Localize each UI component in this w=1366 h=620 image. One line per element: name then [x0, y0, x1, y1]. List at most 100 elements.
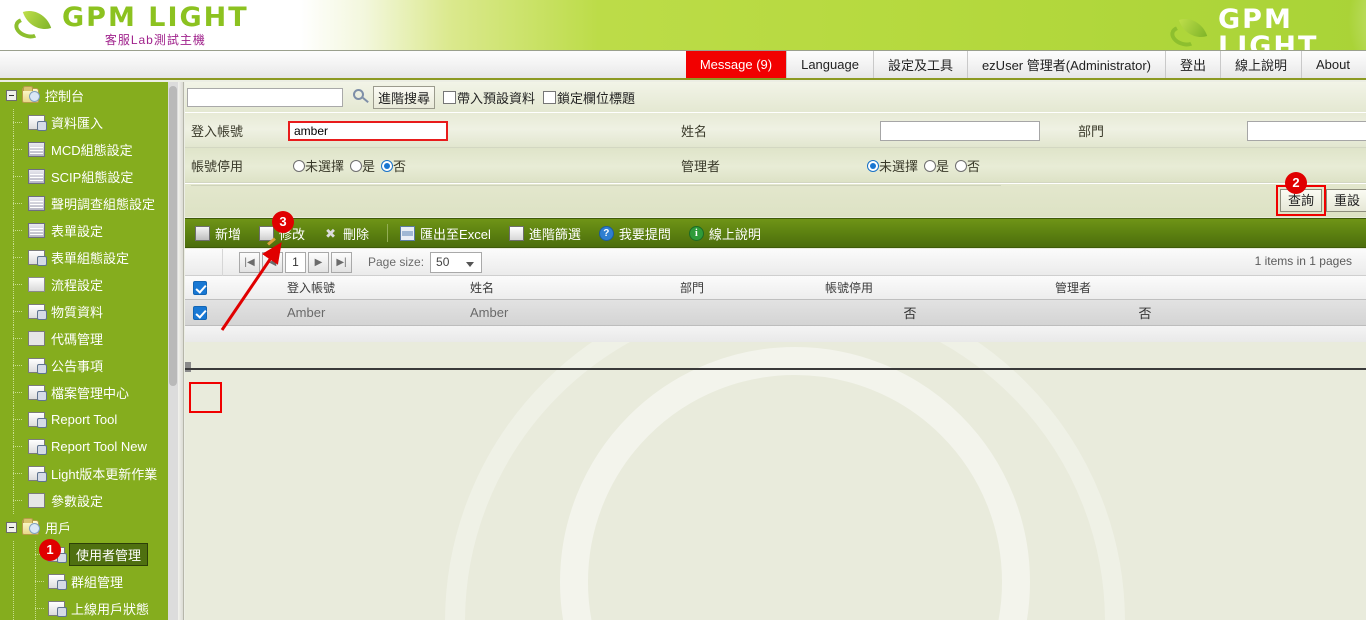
nav-item-message[interactable]: Message (9) [685, 51, 787, 78]
sidebar-item-11[interactable]: 公告事項 [0, 352, 178, 379]
main-content-area: 進階搜尋 帶入預設資料 鎖定欄位標題 登入帳號 姓名 部門 [185, 82, 1366, 620]
select-all-checkbox[interactable] [193, 280, 207, 295]
grid-icon [28, 196, 45, 211]
sidebar-divider [178, 82, 184, 620]
collapse-expander-icon[interactable] [6, 522, 17, 533]
nav-item-about[interactable]: About [1301, 51, 1366, 78]
column-header-disabled[interactable]: 帳號停用 [825, 279, 1055, 296]
select-all-checkbox-cell[interactable] [185, 280, 215, 295]
table-row[interactable]: Amber Amber 否 否 [185, 300, 1366, 326]
load-default-data-checkbox[interactable] [443, 90, 457, 104]
sidebar-tree: 控制台資料匯入 MCD組態設定 SCIP組態設定聲明調查組態設定 表單設定 表單組態設定… [0, 82, 178, 620]
pagination-first-button[interactable]: |◀ [239, 251, 260, 273]
sidebar-item-16[interactable]: 參數設定 [0, 487, 178, 514]
sidebar-item-6[interactable]: 表單設定 [0, 217, 178, 244]
pagination-prev-button[interactable]: ◀ [262, 251, 283, 273]
sidebar-item-label: MCD組態設定 [51, 143, 133, 158]
row-select-checkbox[interactable] [193, 305, 207, 320]
sidebar-item-5[interactable]: 聲明調查組態設定 [0, 190, 178, 217]
toolbar-delete-button[interactable]: ✖ 刪除 [323, 224, 369, 243]
column-header-admin[interactable]: 管理者 [1055, 279, 1295, 296]
lock-column-header-checkbox[interactable] [543, 90, 557, 104]
sidebar-item-label: Report Tool [51, 412, 118, 427]
sidebar-item-2[interactable]: 資料匯入 [0, 109, 178, 136]
nav-item-language[interactable]: Language [786, 51, 873, 78]
sidebar-item-18[interactable]: 使用者管理 [0, 541, 178, 568]
pagination-current-page[interactable]: 1 [285, 251, 306, 273]
page-icon [48, 574, 67, 590]
nav-item-settings-tools[interactable]: 設定及工具 [872, 51, 967, 78]
disabled-radio-no[interactable] [381, 159, 394, 172]
sidebar-item-12[interactable]: 檔案管理中心 [0, 379, 178, 406]
sidebar-item-20[interactable]: 上線用戶狀態 [0, 595, 178, 620]
pagination-next-button[interactable]: ▶ [308, 251, 329, 273]
sidebar-item-label: 代碼管理 [51, 332, 104, 347]
search-icon[interactable] [349, 87, 371, 107]
sidebar-item-8[interactable]: 流程設定 [0, 271, 178, 298]
login-account-input[interactable] [288, 120, 448, 141]
sidebar-item-7[interactable]: 表單組態設定 [0, 244, 178, 271]
pagination-left-gap [185, 248, 223, 276]
admin-radio-unselected[interactable] [867, 159, 879, 172]
admin-radio-no[interactable] [955, 159, 968, 172]
sidebar-scrollbar-thumb[interactable] [169, 86, 177, 386]
column-header-name[interactable]: 姓名 [470, 279, 680, 296]
question-icon: ? [598, 225, 614, 241]
toolbar-online-help-button[interactable]: i 線上說明 [688, 224, 761, 243]
filter-separator-line [191, 185, 1001, 186]
nav-item-online-help[interactable]: 線上說明 [1220, 51, 1301, 78]
people-icon [28, 493, 45, 508]
toolbar-online-help-label: 線上說明 [708, 226, 761, 242]
delete-icon: ✖ [325, 225, 336, 241]
tree-guide-line [13, 595, 14, 620]
column-header-account[interactable]: 登入帳號 [215, 279, 470, 296]
sidebar-item-14[interactable]: Report Tool New [0, 433, 178, 460]
toolbar-new-button[interactable]: 新增 [195, 224, 241, 243]
sidebar-item-17[interactable]: 用戶 [0, 514, 178, 541]
sidebar-item-10[interactable]: 代碼管理 [0, 325, 178, 352]
column-header-department[interactable]: 部門 [680, 279, 825, 296]
disabled-radio-unselected[interactable] [293, 159, 305, 172]
page-icon [28, 304, 47, 320]
toolbar-ask-question-button[interactable]: ? 我要提問 [598, 224, 671, 243]
cell-account: Amber [287, 305, 326, 320]
tree-tick-line [13, 419, 22, 420]
sidebar-item-3[interactable]: MCD組態設定 [0, 136, 178, 163]
collapse-expander-icon[interactable] [6, 90, 17, 101]
toolbar-new-label: 新增 [215, 226, 242, 242]
table-horizontal-scroll-marker[interactable] [185, 362, 191, 372]
quick-search-bar: 進階搜尋 帶入預設資料 鎖定欄位標題 [185, 82, 1366, 113]
sidebar-item-4[interactable]: SCIP組態設定 [0, 163, 178, 190]
tree-tick-line [13, 311, 22, 312]
sidebar-item-15[interactable]: Light版本更新作業 [0, 460, 178, 487]
name-input[interactable] [880, 120, 1040, 141]
sidebar-item-label: 流程設定 [51, 278, 104, 293]
sidebar-item-13[interactable]: Report Tool [0, 406, 178, 433]
sidebar-item-label: 控制台 [45, 89, 85, 104]
sidebar-item-label: SCIP組態設定 [51, 170, 134, 185]
nav-item-user-account[interactable]: ezUser 管理者(Administrator) [966, 51, 1165, 78]
advanced-search-button[interactable]: 進階搜尋 [373, 85, 436, 109]
logo-primary[interactable]: GPM LIGHT 客服Lab測試主機 [11, 4, 249, 46]
page-size-select[interactable]: 50 [430, 251, 483, 273]
admin-radio-yes[interactable] [924, 159, 937, 172]
load-default-data-label: 帶入預設資料 [457, 90, 536, 106]
disabled-radio-yes[interactable] [350, 159, 363, 172]
leaf-icon-secondary [1167, 13, 1212, 50]
tree-tick-line [13, 203, 22, 204]
toolbar-advanced-filter-button[interactable]: 進階篩選 [508, 224, 581, 243]
sidebar-item-9[interactable]: 物質資料 [0, 298, 178, 325]
logo-secondary: GPM LIGHT [1167, 6, 1366, 50]
row-checkbox-cell[interactable] [185, 305, 215, 320]
disabled-radio-unselected-label: 未選擇 [305, 159, 345, 174]
sidebar-item-1[interactable]: 控制台 [0, 82, 178, 109]
sidebar-item-19[interactable]: 群組管理 [0, 568, 178, 595]
nav-item-logout[interactable]: 登出 [1164, 51, 1220, 78]
pagination-last-button[interactable]: ▶| [331, 251, 352, 273]
form-config-icon [28, 250, 47, 266]
reset-button[interactable]: 重設 [1326, 189, 1366, 212]
department-input[interactable] [1247, 120, 1366, 141]
sidebar-item-label: 群組管理 [71, 575, 124, 590]
toolbar-export-excel-button[interactable]: 匯出至Excel [400, 224, 491, 243]
search-input[interactable] [187, 87, 343, 107]
